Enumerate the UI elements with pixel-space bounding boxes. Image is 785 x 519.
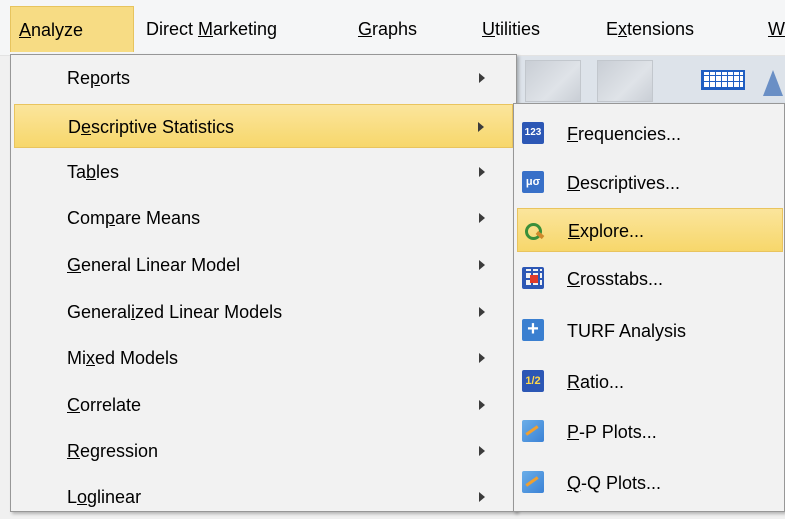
menu-item-descriptives[interactable]: μσ Descriptives... [517,161,783,205]
menu-bar: Analyze Direct Marketing Graphs Utilitie… [0,0,785,56]
pp-plots-icon [522,420,544,442]
menu-graphs[interactable]: Graphs [350,6,417,52]
frequencies-icon: 123 [522,122,544,144]
menu-analyze[interactable]: Analyze [10,6,134,52]
submenu-arrow-icon [479,73,485,83]
menu-extensions[interactable]: Extensions [598,6,694,52]
analyze-menu: Reports Descriptive Statistics Tables Co… [10,54,517,512]
ratio-icon: 1/2 [522,370,544,392]
menu-item-correlate[interactable]: Correlate [14,383,513,427]
toolbar [517,56,785,103]
submenu-arrow-icon [479,167,485,177]
menu-item-descriptive-statistics[interactable]: Descriptive Statistics [14,104,513,148]
descriptive-statistics-submenu: 123 Frequencies... μσ Descriptives... Ex… [513,103,785,512]
submenu-arrow-icon [479,446,485,456]
menu-item-qq-plots[interactable]: Q-Q Plots... [517,461,783,505]
submenu-arrow-icon [479,400,485,410]
turf-icon: + [522,319,544,341]
menu-item-ratio[interactable]: 1/2 Ratio... [517,360,783,404]
menu-item-mixed-models[interactable]: Mixed Models [14,336,513,380]
menu-item-loglinear[interactable]: Loglinear [14,475,513,519]
submenu-arrow-icon [479,213,485,223]
descriptives-icon: μσ [522,171,544,193]
menu-item-generalized-linear-models[interactable]: Generalized Linear Models [14,290,513,334]
submenu-arrow-icon [478,122,484,132]
crosstabs-icon [522,267,544,289]
menu-item-turf-analysis[interactable]: + TURF Analysis [517,309,783,353]
menu-window[interactable]: W [760,6,785,52]
submenu-arrow-icon [479,260,485,270]
menu-item-crosstabs[interactable]: Crosstabs... [517,257,783,301]
submenu-arrow-icon [479,353,485,363]
submenu-arrow-icon [479,492,485,502]
menu-utilities[interactable]: Utilities [474,6,540,52]
explore-icon [523,219,545,241]
menu-item-reports[interactable]: Reports [14,56,513,100]
chart-builder-icon[interactable] [763,70,783,96]
qq-plots-icon [522,471,544,493]
data-view-icon[interactable] [701,70,745,90]
menu-direct-marketing[interactable]: Direct Marketing [138,6,277,52]
toolbar-disabled-icon [525,60,581,102]
menu-item-regression[interactable]: Regression [14,429,513,473]
menu-item-pp-plots[interactable]: P-P Plots... [517,410,783,454]
menu-item-general-linear-model[interactable]: General Linear Model [14,243,513,287]
submenu-arrow-icon [479,307,485,317]
menu-item-compare-means[interactable]: Compare Means [14,196,513,240]
menu-item-explore[interactable]: Explore... [517,208,783,252]
toolbar-disabled-icon [597,60,653,102]
menu-item-tables[interactable]: Tables [14,150,513,194]
menu-item-frequencies[interactable]: 123 Frequencies... [517,112,783,156]
